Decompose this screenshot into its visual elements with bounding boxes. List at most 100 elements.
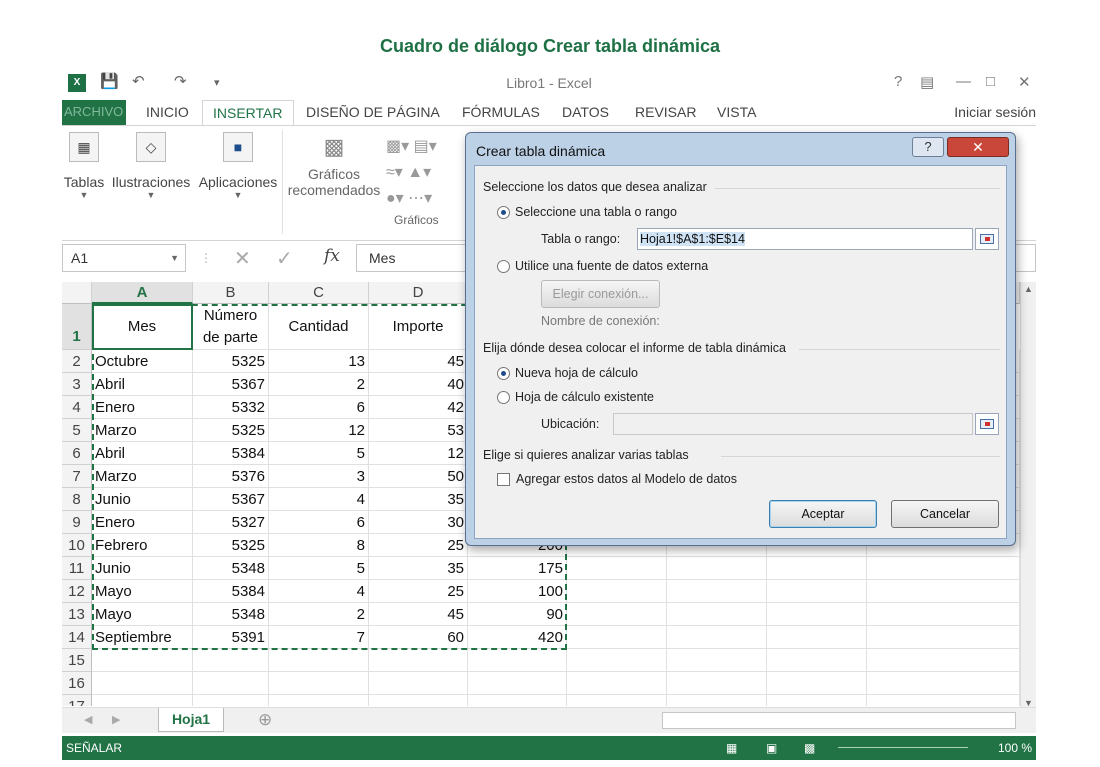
empty-cell[interactable] bbox=[567, 672, 667, 695]
empty-cell[interactable] bbox=[92, 695, 193, 706]
tab-datos[interactable]: DATOS bbox=[552, 100, 619, 126]
header-cell-mes[interactable]: Mes bbox=[92, 304, 193, 350]
cell-importe[interactable]: 45 bbox=[369, 603, 468, 626]
cell-numero-parte[interactable]: 5348 bbox=[193, 603, 269, 626]
cell-importe[interactable]: 60 bbox=[369, 626, 468, 649]
cell-importe[interactable]: 25 bbox=[369, 534, 468, 557]
empty-cell[interactable] bbox=[567, 603, 667, 626]
signin-link[interactable]: Iniciar sesión bbox=[954, 104, 1036, 120]
cell-numero-parte[interactable]: 5367 bbox=[193, 373, 269, 396]
empty-cell[interactable] bbox=[667, 672, 767, 695]
range-input[interactable]: Hoja1!$A$1:$E$14 bbox=[637, 228, 973, 250]
horizontal-scrollbar[interactable] bbox=[662, 712, 1016, 729]
empty-cell[interactable] bbox=[269, 672, 369, 695]
empty-cell[interactable] bbox=[667, 580, 767, 603]
location-picker-button[interactable] bbox=[975, 413, 999, 435]
select-all-corner[interactable] bbox=[62, 282, 92, 304]
scroll-up-icon[interactable]: ▲ bbox=[1024, 284, 1033, 294]
cell-cantidad[interactable]: 5 bbox=[269, 557, 369, 580]
empty-cell[interactable] bbox=[767, 649, 867, 672]
cell-mes[interactable]: Mayo bbox=[92, 580, 193, 603]
cell-importe[interactable]: 25 bbox=[369, 580, 468, 603]
empty-cell[interactable] bbox=[567, 557, 667, 580]
empty-cell[interactable] bbox=[567, 695, 667, 706]
empty-cell[interactable] bbox=[867, 672, 1020, 695]
choose-connection-button[interactable]: Elegir conexión... bbox=[541, 280, 660, 308]
row-header[interactable]: 8 bbox=[62, 488, 92, 511]
tab-diseno-pagina[interactable]: DISEÑO DE PÁGINA bbox=[296, 100, 450, 126]
cell-cantidad[interactable]: 6 bbox=[269, 396, 369, 419]
cell-e[interactable]: 420 bbox=[468, 626, 567, 649]
cell-mes[interactable]: Septiembre bbox=[92, 626, 193, 649]
empty-cell[interactable] bbox=[468, 649, 567, 672]
row-header[interactable]: 1 bbox=[62, 304, 92, 350]
cell-importe[interactable]: 12 bbox=[369, 442, 468, 465]
cell-mes[interactable]: Enero bbox=[92, 511, 193, 534]
row-header[interactable]: 15 bbox=[62, 649, 92, 672]
empty-cell[interactable] bbox=[92, 649, 193, 672]
cell-importe[interactable]: 40 bbox=[369, 373, 468, 396]
cell-mes[interactable]: Abril bbox=[92, 373, 193, 396]
row-header[interactable]: 12 bbox=[62, 580, 92, 603]
cell-e[interactable]: 175 bbox=[468, 557, 567, 580]
cell-cantidad[interactable]: 4 bbox=[269, 580, 369, 603]
insert-function-icon[interactable]: fx bbox=[324, 246, 340, 266]
row-header[interactable]: 13 bbox=[62, 603, 92, 626]
empty-cell[interactable] bbox=[667, 626, 767, 649]
zoom-level[interactable]: 100 % bbox=[998, 736, 1032, 760]
cell-cantidad[interactable]: 4 bbox=[269, 488, 369, 511]
close-icon[interactable]: ✕ bbox=[1018, 73, 1031, 91]
cell-numero-parte[interactable]: 5325 bbox=[193, 350, 269, 373]
recommended-charts-button[interactable]: ▩ Gráficos recomendados bbox=[286, 126, 382, 198]
location-input[interactable] bbox=[613, 413, 973, 435]
tab-inicio[interactable]: INICIO bbox=[136, 100, 199, 126]
empty-cell[interactable] bbox=[193, 695, 269, 706]
cancel-button[interactable]: Cancelar bbox=[891, 500, 999, 528]
cell-cantidad[interactable]: 8 bbox=[269, 534, 369, 557]
ok-button[interactable]: Aceptar bbox=[769, 500, 877, 528]
row-header[interactable]: 7 bbox=[62, 465, 92, 488]
empty-cell[interactable] bbox=[468, 695, 567, 706]
empty-cell[interactable] bbox=[369, 649, 468, 672]
cell-importe[interactable]: 30 bbox=[369, 511, 468, 534]
cell-mes[interactable]: Junio bbox=[92, 557, 193, 580]
row-header[interactable]: 5 bbox=[62, 419, 92, 442]
cell-e[interactable]: 90 bbox=[468, 603, 567, 626]
row-header[interactable]: 14 bbox=[62, 626, 92, 649]
cell-numero-parte[interactable]: 5391 bbox=[193, 626, 269, 649]
cancel-icon[interactable]: ✕ bbox=[234, 246, 251, 271]
empty-cell[interactable] bbox=[667, 649, 767, 672]
cell-importe[interactable]: 50 bbox=[369, 465, 468, 488]
row-header[interactable]: 3 bbox=[62, 373, 92, 396]
cell-cantidad[interactable]: 5 bbox=[269, 442, 369, 465]
cell-numero-parte[interactable]: 5325 bbox=[193, 534, 269, 557]
column-header-d[interactable]: D bbox=[369, 282, 468, 304]
cell-numero-parte[interactable]: 5327 bbox=[193, 511, 269, 534]
tab-archivo[interactable]: ARCHIVO bbox=[62, 100, 126, 126]
cell-numero-parte[interactable]: 5384 bbox=[193, 442, 269, 465]
minimize-icon[interactable]: — bbox=[956, 73, 971, 90]
empty-cell[interactable] bbox=[567, 649, 667, 672]
name-box[interactable]: A1 ▼ bbox=[62, 244, 186, 272]
chart-types-gallery[interactable]: ▩▾ ▤▾ ≈▾ ▲▾ ●▾ ⋯▾ bbox=[386, 134, 466, 212]
cell-numero-parte[interactable]: 5367 bbox=[193, 488, 269, 511]
empty-cell[interactable] bbox=[767, 580, 867, 603]
empty-cell[interactable] bbox=[767, 695, 867, 706]
row-header[interactable]: 2 bbox=[62, 350, 92, 373]
cell-e[interactable]: 100 bbox=[468, 580, 567, 603]
cell-importe[interactable]: 42 bbox=[369, 396, 468, 419]
vertical-scrollbar[interactable]: ▲ ▼ bbox=[1020, 282, 1036, 710]
tab-insertar[interactable]: INSERTAR bbox=[202, 100, 294, 126]
cell-cantidad[interactable]: 13 bbox=[269, 350, 369, 373]
row-header[interactable]: 4 bbox=[62, 396, 92, 419]
cell-mes[interactable]: Febrero bbox=[92, 534, 193, 557]
header-cell-cantidad[interactable]: Cantidad bbox=[269, 304, 369, 350]
empty-cell[interactable] bbox=[92, 672, 193, 695]
tab-formulas[interactable]: FÓRMULAS bbox=[452, 100, 550, 126]
empty-cell[interactable] bbox=[867, 695, 1020, 706]
cell-mes[interactable]: Abril bbox=[92, 442, 193, 465]
radio-external-source[interactable]: Utilice una fuente de datos externa bbox=[497, 259, 708, 274]
page-layout-icon[interactable]: ▣ bbox=[766, 736, 777, 760]
cell-cantidad[interactable]: 12 bbox=[269, 419, 369, 442]
empty-cell[interactable] bbox=[193, 649, 269, 672]
